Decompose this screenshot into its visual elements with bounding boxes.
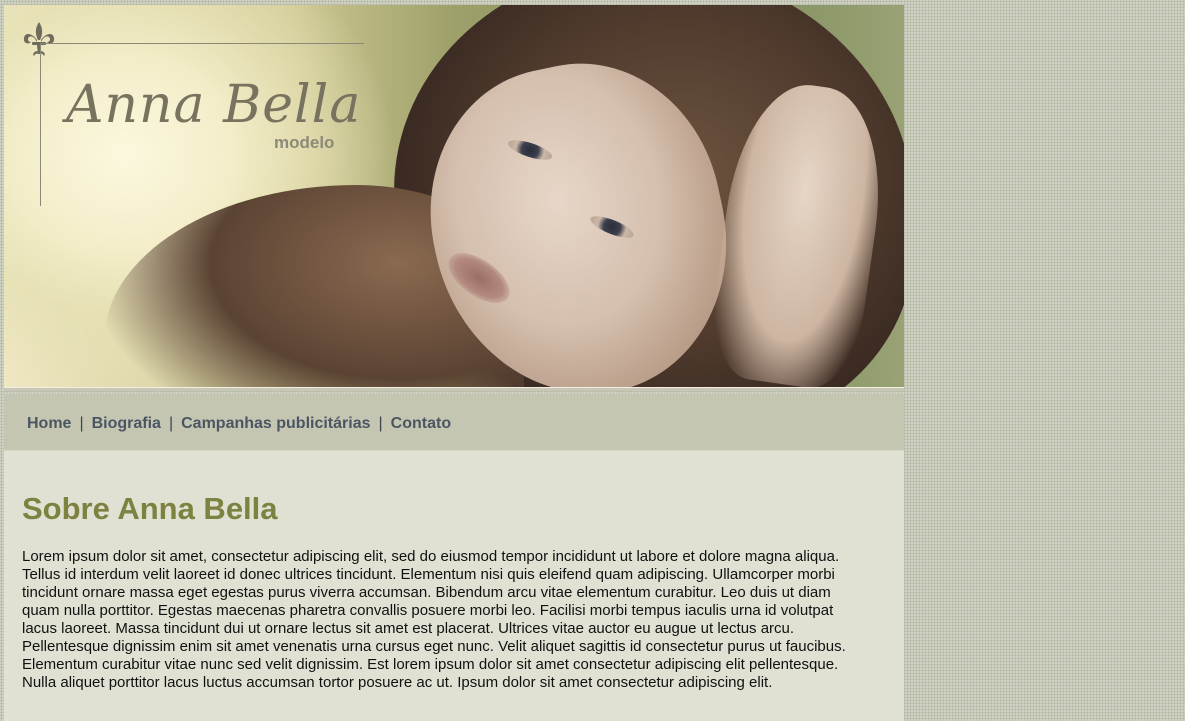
header-banner: Anna Bella modelo	[4, 5, 904, 391]
banner-divider	[4, 387, 904, 391]
logo-name: Anna Bella	[66, 75, 362, 135]
main-content: Sobre Anna Bella Lorem ipsum dolor sit a…	[4, 451, 904, 721]
logo-horizontal-rule	[40, 43, 364, 44]
main-navigation: Home | Biografia | Campanhas publicitárias | C…	[4, 394, 904, 451]
fleur-de-lis-icon	[22, 21, 56, 57]
nav-list: Home | Biografia | Campanhas publicitárias | C…	[27, 415, 451, 433]
about-paragraph: Lorem ipsum dolor sit amet, consectetur …	[22, 548, 846, 691]
nav-link-campanhas[interactable]: Campanhas publicitárias	[181, 415, 370, 432]
logo-subtitle: modelo	[274, 133, 335, 152]
page-title: Sobre Anna Bella	[22, 491, 278, 526]
nav-link-home[interactable]: Home	[27, 415, 71, 432]
nav-link-contato[interactable]: Contato	[391, 415, 451, 432]
page-wrapper: Anna Bella modelo Home | Biografia | Campanh…	[4, 5, 904, 721]
nav-separator: |	[378, 415, 383, 432]
nav-separator: |	[79, 415, 84, 432]
nav-separator: |	[168, 415, 174, 432]
logo-vertical-rule	[40, 43, 41, 206]
nav-link-biografia[interactable]: Biografia	[92, 415, 161, 432]
